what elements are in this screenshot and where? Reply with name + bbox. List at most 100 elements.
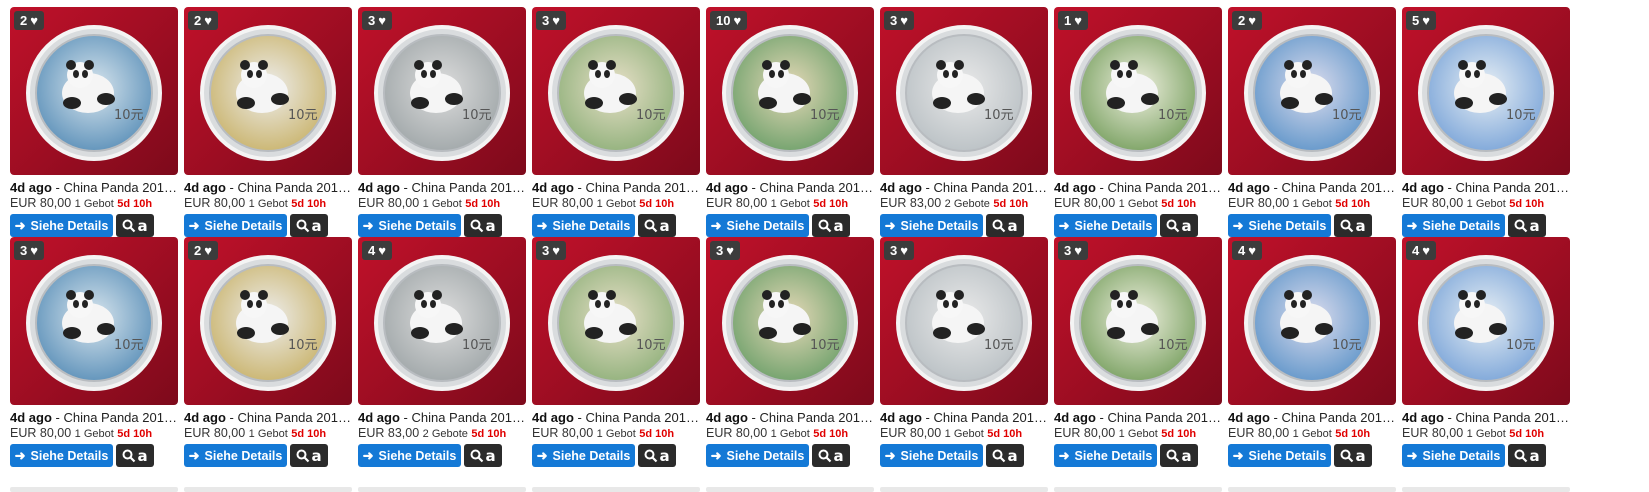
details-button[interactable]: ➜ Siehe Details <box>1054 444 1157 467</box>
listing-title[interactable]: 4d ago - China Panda 2016 … <box>1402 180 1570 195</box>
listing-card[interactable]: 10元 4 ♥ 4d ago - China Panda 2016 … EUR … <box>358 237 526 467</box>
details-button[interactable]: ➜ Siehe Details <box>880 214 983 237</box>
details-button[interactable]: ➜ Siehe Details <box>1402 444 1505 467</box>
details-button[interactable]: ➜ Siehe Details <box>1054 214 1157 237</box>
listing-card[interactable]: 10元 2 ♥ 4d ago - China Panda 2016 … EUR … <box>1228 7 1396 237</box>
details-button[interactable]: ➜ Siehe Details <box>184 214 287 237</box>
listing-title[interactable]: 4d ago - China Panda 2017 … <box>1054 410 1222 425</box>
listing-card[interactable]: 10元 1 ♥ 4d ago - China Panda 2015 … EUR … <box>1054 7 1222 237</box>
listing-card[interactable]: 10元 10 ♥ 4d ago - China Panda 2015 … EUR… <box>706 7 874 237</box>
heart-icon: ♥ <box>900 13 908 28</box>
listing-thumbnail[interactable]: 10元 5 ♥ <box>1402 7 1570 175</box>
listing-title[interactable]: 4d ago - China Panda 2016 … <box>184 410 352 425</box>
amazon-search-button[interactable]: a <box>464 444 502 467</box>
listing-card[interactable]: 10元 3 ♥ 4d ago - China Panda 2014 … EUR … <box>358 7 526 237</box>
details-button[interactable]: ➜ Siehe Details <box>1228 214 1331 237</box>
details-button[interactable]: ➜ Siehe Details <box>358 444 461 467</box>
details-button[interactable]: ➜ Siehe Details <box>1228 444 1331 467</box>
listing-card[interactable]: 10元 2 ♥ 4d ago - China Panda 2013 … EUR … <box>184 7 352 237</box>
amazon-search-button[interactable]: a <box>290 444 328 467</box>
listing-card[interactable]: 10元 3 ♥ 4d ago - China Panda 2017 … EUR … <box>706 237 874 467</box>
listing-card[interactable]: 10元 3 ♥ 4d ago - China Panda 2015 … EUR … <box>880 7 1048 237</box>
listing-card[interactable]: 10元 3 ♥ 4d ago - China Panda 2016 … EUR … <box>532 237 700 467</box>
details-button[interactable]: ➜ Siehe Details <box>532 214 635 237</box>
listing-thumbnail[interactable]: 10元 4 ♥ <box>1228 237 1396 405</box>
listing-card[interactable]: 10元 3 ♥ 4d ago - China Panda 2014 … EUR … <box>532 7 700 237</box>
listing-thumbnail[interactable]: 10元 3 ♥ <box>880 237 1048 405</box>
listing-thumbnail[interactable]: 10元 3 ♥ <box>358 7 526 175</box>
listing-card[interactable]: 10元 3 ♥ 4d ago - China Panda 2017 … EUR … <box>1054 237 1222 467</box>
listing-title[interactable]: 4d ago - China Panda 2017 … <box>880 410 1048 425</box>
listing-title[interactable]: 4d ago - China Panda 2013 … <box>10 180 178 195</box>
listing-thumbnail[interactable]: 10元 2 ♥ <box>184 237 352 405</box>
amazon-search-button[interactable]: a <box>1508 444 1546 467</box>
listing-price-line: EUR 80,00 1 Gebot 5d 10h <box>706 426 874 440</box>
time-left: 5d 10h <box>813 198 849 210</box>
listing-title[interactable]: 4d ago - China Panda 2014 … <box>532 180 700 195</box>
amazon-search-button[interactable]: a <box>1508 214 1546 237</box>
listing-card[interactable]: 10元 2 ♥ 4d ago - China Panda 2013 … EUR … <box>10 7 178 237</box>
listing-title[interactable]: 4d ago - China Panda 2017 … <box>1228 410 1396 425</box>
listing-thumbnail[interactable]: 10元 2 ♥ <box>1228 7 1396 175</box>
listing-title[interactable]: 4d ago - China Panda 2018 … <box>1402 410 1570 425</box>
listing-title[interactable]: 4d ago - China Panda 2015 … <box>880 180 1048 195</box>
listing-thumbnail[interactable]: 10元 3 ♥ <box>532 7 700 175</box>
listing-title[interactable]: 4d ago - China Panda 2014 … <box>358 180 526 195</box>
listing-thumbnail[interactable]: 10元 4 ♥ <box>358 237 526 405</box>
time-left: 5d 10h <box>813 428 849 440</box>
amazon-search-button[interactable]: a <box>116 214 154 237</box>
listing-thumbnail[interactable]: 10元 2 ♥ <box>10 7 178 175</box>
coin-image: 10元 <box>26 255 162 391</box>
details-button[interactable]: ➜ Siehe Details <box>532 444 635 467</box>
amazon-search-button[interactable]: a <box>812 214 850 237</box>
details-button[interactable]: ➜ Siehe Details <box>10 444 113 467</box>
amazon-search-button[interactable]: a <box>812 444 850 467</box>
listing-thumbnail[interactable]: 10元 3 ♥ <box>706 237 874 405</box>
details-button[interactable]: ➜ Siehe Details <box>706 444 809 467</box>
listing-title[interactable]: 4d ago - China Panda 2015 … <box>1054 180 1222 195</box>
likes-badge: 4 ♥ <box>362 241 392 260</box>
amazon-search-button[interactable]: a <box>1160 444 1198 467</box>
details-button[interactable]: ➜ Siehe Details <box>880 444 983 467</box>
listing-thumbnail[interactable]: 10元 2 ♥ <box>184 7 352 175</box>
listing-thumbnail[interactable]: 10元 3 ♥ <box>532 237 700 405</box>
listing-card[interactable]: 10元 3 ♥ 4d ago - China Panda 2016 … EUR … <box>10 237 178 467</box>
listing-card[interactable]: 10元 4 ♥ 4d ago - China Panda 2018 … EUR … <box>1402 237 1570 467</box>
amazon-search-button[interactable]: a <box>1334 444 1372 467</box>
listing-title[interactable]: 4d ago - China Panda 2016 … <box>532 410 700 425</box>
details-button[interactable]: ➜ Siehe Details <box>184 444 287 467</box>
listing-card[interactable]: 10元 2 ♥ 4d ago - China Panda 2016 … EUR … <box>184 237 352 467</box>
amazon-search-button[interactable]: a <box>986 444 1024 467</box>
details-button[interactable]: ➜ Siehe Details <box>1402 214 1505 237</box>
listing-title[interactable]: 4d ago - China Panda 2013 … <box>184 180 352 195</box>
magnifier-icon <box>296 219 310 232</box>
details-button[interactable]: ➜ Siehe Details <box>358 214 461 237</box>
listing-price: EUR 80,00 <box>1228 196 1290 210</box>
amazon-search-button[interactable]: a <box>638 214 676 237</box>
details-button[interactable]: ➜ Siehe Details <box>706 214 809 237</box>
likes-count: 5 <box>1412 13 1420 28</box>
listing-card[interactable]: 10元 4 ♥ 4d ago - China Panda 2017 … EUR … <box>1228 237 1396 467</box>
amazon-search-button[interactable]: a <box>116 444 154 467</box>
listing-thumbnail[interactable]: 10元 4 ♥ <box>1402 237 1570 405</box>
listing-title[interactable]: 4d ago - China Panda 2016 … <box>10 410 178 425</box>
amazon-search-button[interactable]: a <box>290 214 328 237</box>
listing-thumbnail[interactable]: 10元 3 ♥ <box>10 237 178 405</box>
listing-title[interactable]: 4d ago - China Panda 2016 … <box>1228 180 1396 195</box>
amazon-search-button[interactable]: a <box>986 214 1024 237</box>
amazon-search-button[interactable]: a <box>638 444 676 467</box>
listing-thumbnail[interactable]: 10元 3 ♥ <box>1054 237 1222 405</box>
listing-card[interactable]: 10元 5 ♥ 4d ago - China Panda 2016 … EUR … <box>1402 7 1570 237</box>
details-button[interactable]: ➜ Siehe Details <box>10 214 113 237</box>
listing-thumbnail[interactable]: 10元 1 ♥ <box>1054 7 1222 175</box>
listing-thumbnail[interactable]: 10元 3 ♥ <box>880 7 1048 175</box>
listing-thumbnail[interactable]: 10元 10 ♥ <box>706 7 874 175</box>
amazon-search-button[interactable]: a <box>1160 214 1198 237</box>
amazon-search-button[interactable]: a <box>1334 214 1372 237</box>
arrow-right-icon: ➜ <box>884 217 896 233</box>
listing-title[interactable]: 4d ago - China Panda 2015 … <box>706 180 874 195</box>
listing-card[interactable]: 10元 3 ♥ 4d ago - China Panda 2017 … EUR … <box>880 237 1048 467</box>
amazon-search-button[interactable]: a <box>464 214 502 237</box>
listing-title[interactable]: 4d ago - China Panda 2017 … <box>706 410 874 425</box>
listing-title[interactable]: 4d ago - China Panda 2016 … <box>358 410 526 425</box>
